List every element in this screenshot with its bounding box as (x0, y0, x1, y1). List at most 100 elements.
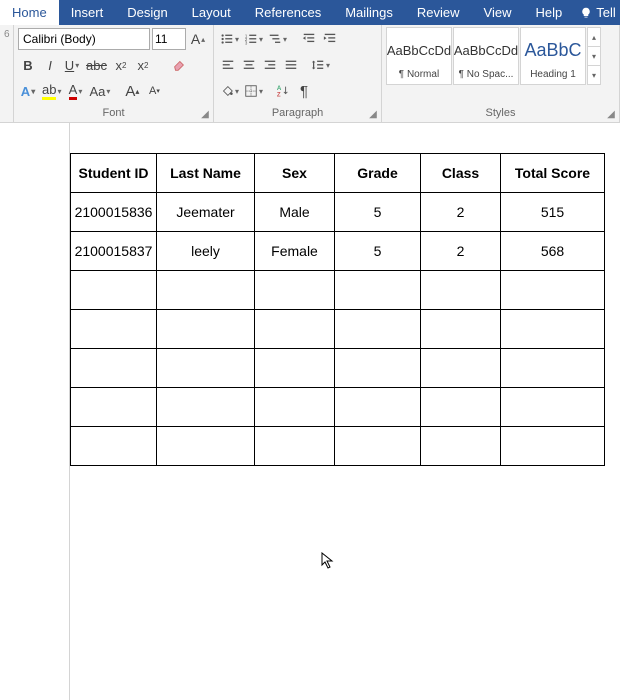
table-cell[interactable] (501, 349, 605, 388)
table-cell[interactable]: 568 (501, 232, 605, 271)
tab-help[interactable]: Help (523, 0, 574, 25)
table-cell[interactable] (501, 310, 605, 349)
underline-button[interactable]: U▾ (62, 55, 82, 75)
table-cell[interactable] (255, 271, 335, 310)
tab-review[interactable]: Review (405, 0, 472, 25)
table-cell[interactable] (421, 271, 501, 310)
decrease-indent-button[interactable] (299, 29, 319, 49)
tab-layout[interactable]: Layout (180, 0, 243, 25)
font-dialog-launcher[interactable]: ◢ (199, 108, 211, 120)
bullets-button[interactable]: ▾ (218, 29, 241, 49)
show-marks-button[interactable]: ¶ (294, 81, 314, 101)
grow-font-button[interactable]: A▴ (188, 29, 208, 49)
table-cell[interactable] (421, 388, 501, 427)
tab-insert[interactable]: Insert (59, 0, 116, 25)
tab-references[interactable]: References (243, 0, 333, 25)
document-page[interactable]: Student ID Last Name Sex Grade Class Tot… (70, 123, 620, 700)
styles-dialog-launcher[interactable]: ◢ (605, 108, 617, 120)
table-cell[interactable]: 2100015836 (71, 193, 157, 232)
table-cell[interactable]: Female (255, 232, 335, 271)
align-left-button[interactable] (218, 55, 238, 75)
header-sex[interactable]: Sex (255, 154, 335, 193)
table-cell[interactable] (421, 427, 501, 466)
table-cell[interactable] (157, 388, 255, 427)
tell-me[interactable]: Tell (574, 0, 620, 25)
italic-button[interactable]: I (40, 55, 60, 75)
table-row[interactable] (71, 271, 605, 310)
font-size-input[interactable] (152, 28, 186, 50)
gallery-more-button[interactable]: ▾ (588, 66, 600, 84)
table-cell[interactable] (157, 427, 255, 466)
table-cell[interactable]: 5 (335, 232, 421, 271)
superscript-button[interactable]: x2 (133, 55, 153, 75)
tab-home[interactable]: Home (0, 0, 59, 25)
shrink-font-a-button[interactable]: A▾ (144, 81, 164, 101)
table-cell[interactable] (501, 271, 605, 310)
table-header-row[interactable]: Student ID Last Name Sex Grade Class Tot… (71, 154, 605, 193)
style-heading-1[interactable]: AaBbC Heading 1 (520, 27, 586, 85)
table-cell[interactable] (255, 349, 335, 388)
table-cell[interactable] (501, 427, 605, 466)
table-cell[interactable]: leely (157, 232, 255, 271)
header-grade[interactable]: Grade (335, 154, 421, 193)
table-cell[interactable]: 2 (421, 232, 501, 271)
tab-design[interactable]: Design (115, 0, 179, 25)
header-last-name[interactable]: Last Name (157, 154, 255, 193)
table-cell[interactable] (421, 349, 501, 388)
table-cell[interactable]: Male (255, 193, 335, 232)
table-cell[interactable] (501, 388, 605, 427)
table-cell[interactable] (71, 310, 157, 349)
table-cell[interactable] (335, 388, 421, 427)
table-cell[interactable] (71, 271, 157, 310)
table-cell[interactable]: 2 (421, 193, 501, 232)
table-row[interactable]: 2100015837leelyFemale52568 (71, 232, 605, 271)
shading-button[interactable]: ▾ (218, 81, 241, 101)
header-total-score[interactable]: Total Score (501, 154, 605, 193)
table-cell[interactable]: 5 (335, 193, 421, 232)
header-class[interactable]: Class (421, 154, 501, 193)
header-student-id[interactable]: Student ID (71, 154, 157, 193)
table-cell[interactable] (157, 271, 255, 310)
table-cell[interactable] (421, 310, 501, 349)
borders-button[interactable]: ▾ (242, 81, 265, 101)
bold-button[interactable]: B (18, 55, 38, 75)
table-cell[interactable] (335, 427, 421, 466)
grow-font-a-button[interactable]: A▴ (122, 81, 142, 101)
highlight-button[interactable]: ab▾ (40, 81, 63, 101)
font-color-button[interactable]: A▾ (65, 81, 85, 101)
table-cell[interactable] (335, 271, 421, 310)
numbering-button[interactable]: 123▾ (242, 29, 265, 49)
table-cell[interactable] (71, 388, 157, 427)
style-normal[interactable]: AaBbCcDd ¶ Normal (386, 27, 452, 85)
clear-formatting-button[interactable] (169, 55, 189, 75)
multilevel-list-button[interactable]: ▾ (266, 29, 289, 49)
student-table[interactable]: Student ID Last Name Sex Grade Class Tot… (70, 153, 605, 466)
table-cell[interactable] (157, 349, 255, 388)
paragraph-dialog-launcher[interactable]: ◢ (367, 108, 379, 120)
table-cell[interactable] (255, 388, 335, 427)
table-cell[interactable] (335, 349, 421, 388)
table-cell[interactable] (71, 427, 157, 466)
table-cell[interactable] (157, 310, 255, 349)
table-cell[interactable]: 515 (501, 193, 605, 232)
font-name-input[interactable] (18, 28, 150, 50)
tab-view[interactable]: View (472, 0, 524, 25)
justify-button[interactable] (281, 55, 301, 75)
table-row[interactable] (71, 310, 605, 349)
table-cell[interactable] (335, 310, 421, 349)
line-spacing-button[interactable]: ▾ (309, 55, 332, 75)
style-no-spacing[interactable]: AaBbCcDd ¶ No Spac... (453, 27, 519, 85)
table-cell[interactable] (71, 349, 157, 388)
change-case-button[interactable]: Aa▾ (87, 81, 112, 101)
table-cell[interactable]: 2100015837 (71, 232, 157, 271)
text-effects-button[interactable]: A▾ (18, 81, 38, 101)
subscript-button[interactable]: x2 (111, 55, 131, 75)
gallery-down-button[interactable]: ▾ (588, 47, 600, 66)
table-cell[interactable] (255, 427, 335, 466)
table-cell[interactable] (255, 310, 335, 349)
align-right-button[interactable] (260, 55, 280, 75)
strikethrough-button[interactable]: abc (84, 55, 109, 75)
increase-indent-button[interactable] (320, 29, 340, 49)
sort-button[interactable]: AZ (273, 81, 293, 101)
table-row[interactable]: 2100015836JeematerMale52515 (71, 193, 605, 232)
